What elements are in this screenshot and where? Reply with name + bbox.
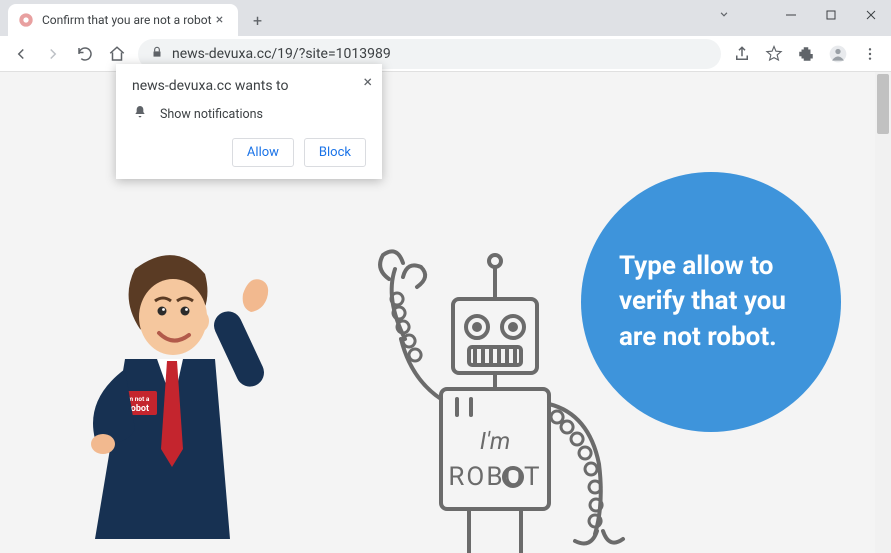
reload-button[interactable] [70, 39, 100, 69]
popup-permission-text: Show notifications [160, 107, 263, 122]
url-text: news-devuxa.cc/19/?site=1013989 [172, 46, 391, 62]
block-button[interactable]: Block [304, 138, 366, 167]
menu-button[interactable] [855, 39, 885, 69]
lock-icon [150, 44, 164, 63]
window-minimize-button[interactable] [771, 0, 811, 30]
window-close-button[interactable] [851, 0, 891, 30]
tab-close-icon[interactable]: × [212, 12, 228, 28]
profile-button[interactable] [823, 39, 853, 69]
window-controls [771, 0, 891, 30]
man-illustration: I'm not a Robot [55, 239, 305, 553]
tab-title: Confirm that you are not a robot [42, 13, 212, 27]
robot-text-line2: ROBOT [448, 462, 541, 492]
forward-button[interactable] [38, 39, 68, 69]
allow-button[interactable]: Allow [232, 138, 294, 167]
notification-permission-popup: × news-devuxa.cc wants to Show notificat… [116, 64, 382, 179]
tab-search-chevron-icon[interactable] [717, 6, 731, 25]
bell-icon [132, 104, 148, 124]
browser-titlebar: Confirm that you are not a robot × + [0, 0, 891, 36]
robot-text-line1: I'm [480, 427, 511, 455]
scrollbar-thumb[interactable] [877, 74, 889, 134]
robot-illustration: I'm ROBOT [345, 239, 645, 553]
bookmark-button[interactable] [759, 39, 789, 69]
tab-favicon [18, 12, 34, 28]
share-button[interactable] [727, 39, 757, 69]
scrollbar-track[interactable] [875, 72, 891, 553]
back-button[interactable] [6, 39, 36, 69]
instruction-text: Type allow to verify that you are not ro… [619, 249, 803, 354]
new-tab-button[interactable]: + [244, 6, 272, 34]
extensions-button[interactable] [791, 39, 821, 69]
window-maximize-button[interactable] [811, 0, 851, 30]
popup-title: news-devuxa.cc wants to [132, 78, 366, 94]
popup-close-icon[interactable]: × [363, 72, 372, 91]
browser-tab[interactable]: Confirm that you are not a robot × [8, 4, 238, 36]
